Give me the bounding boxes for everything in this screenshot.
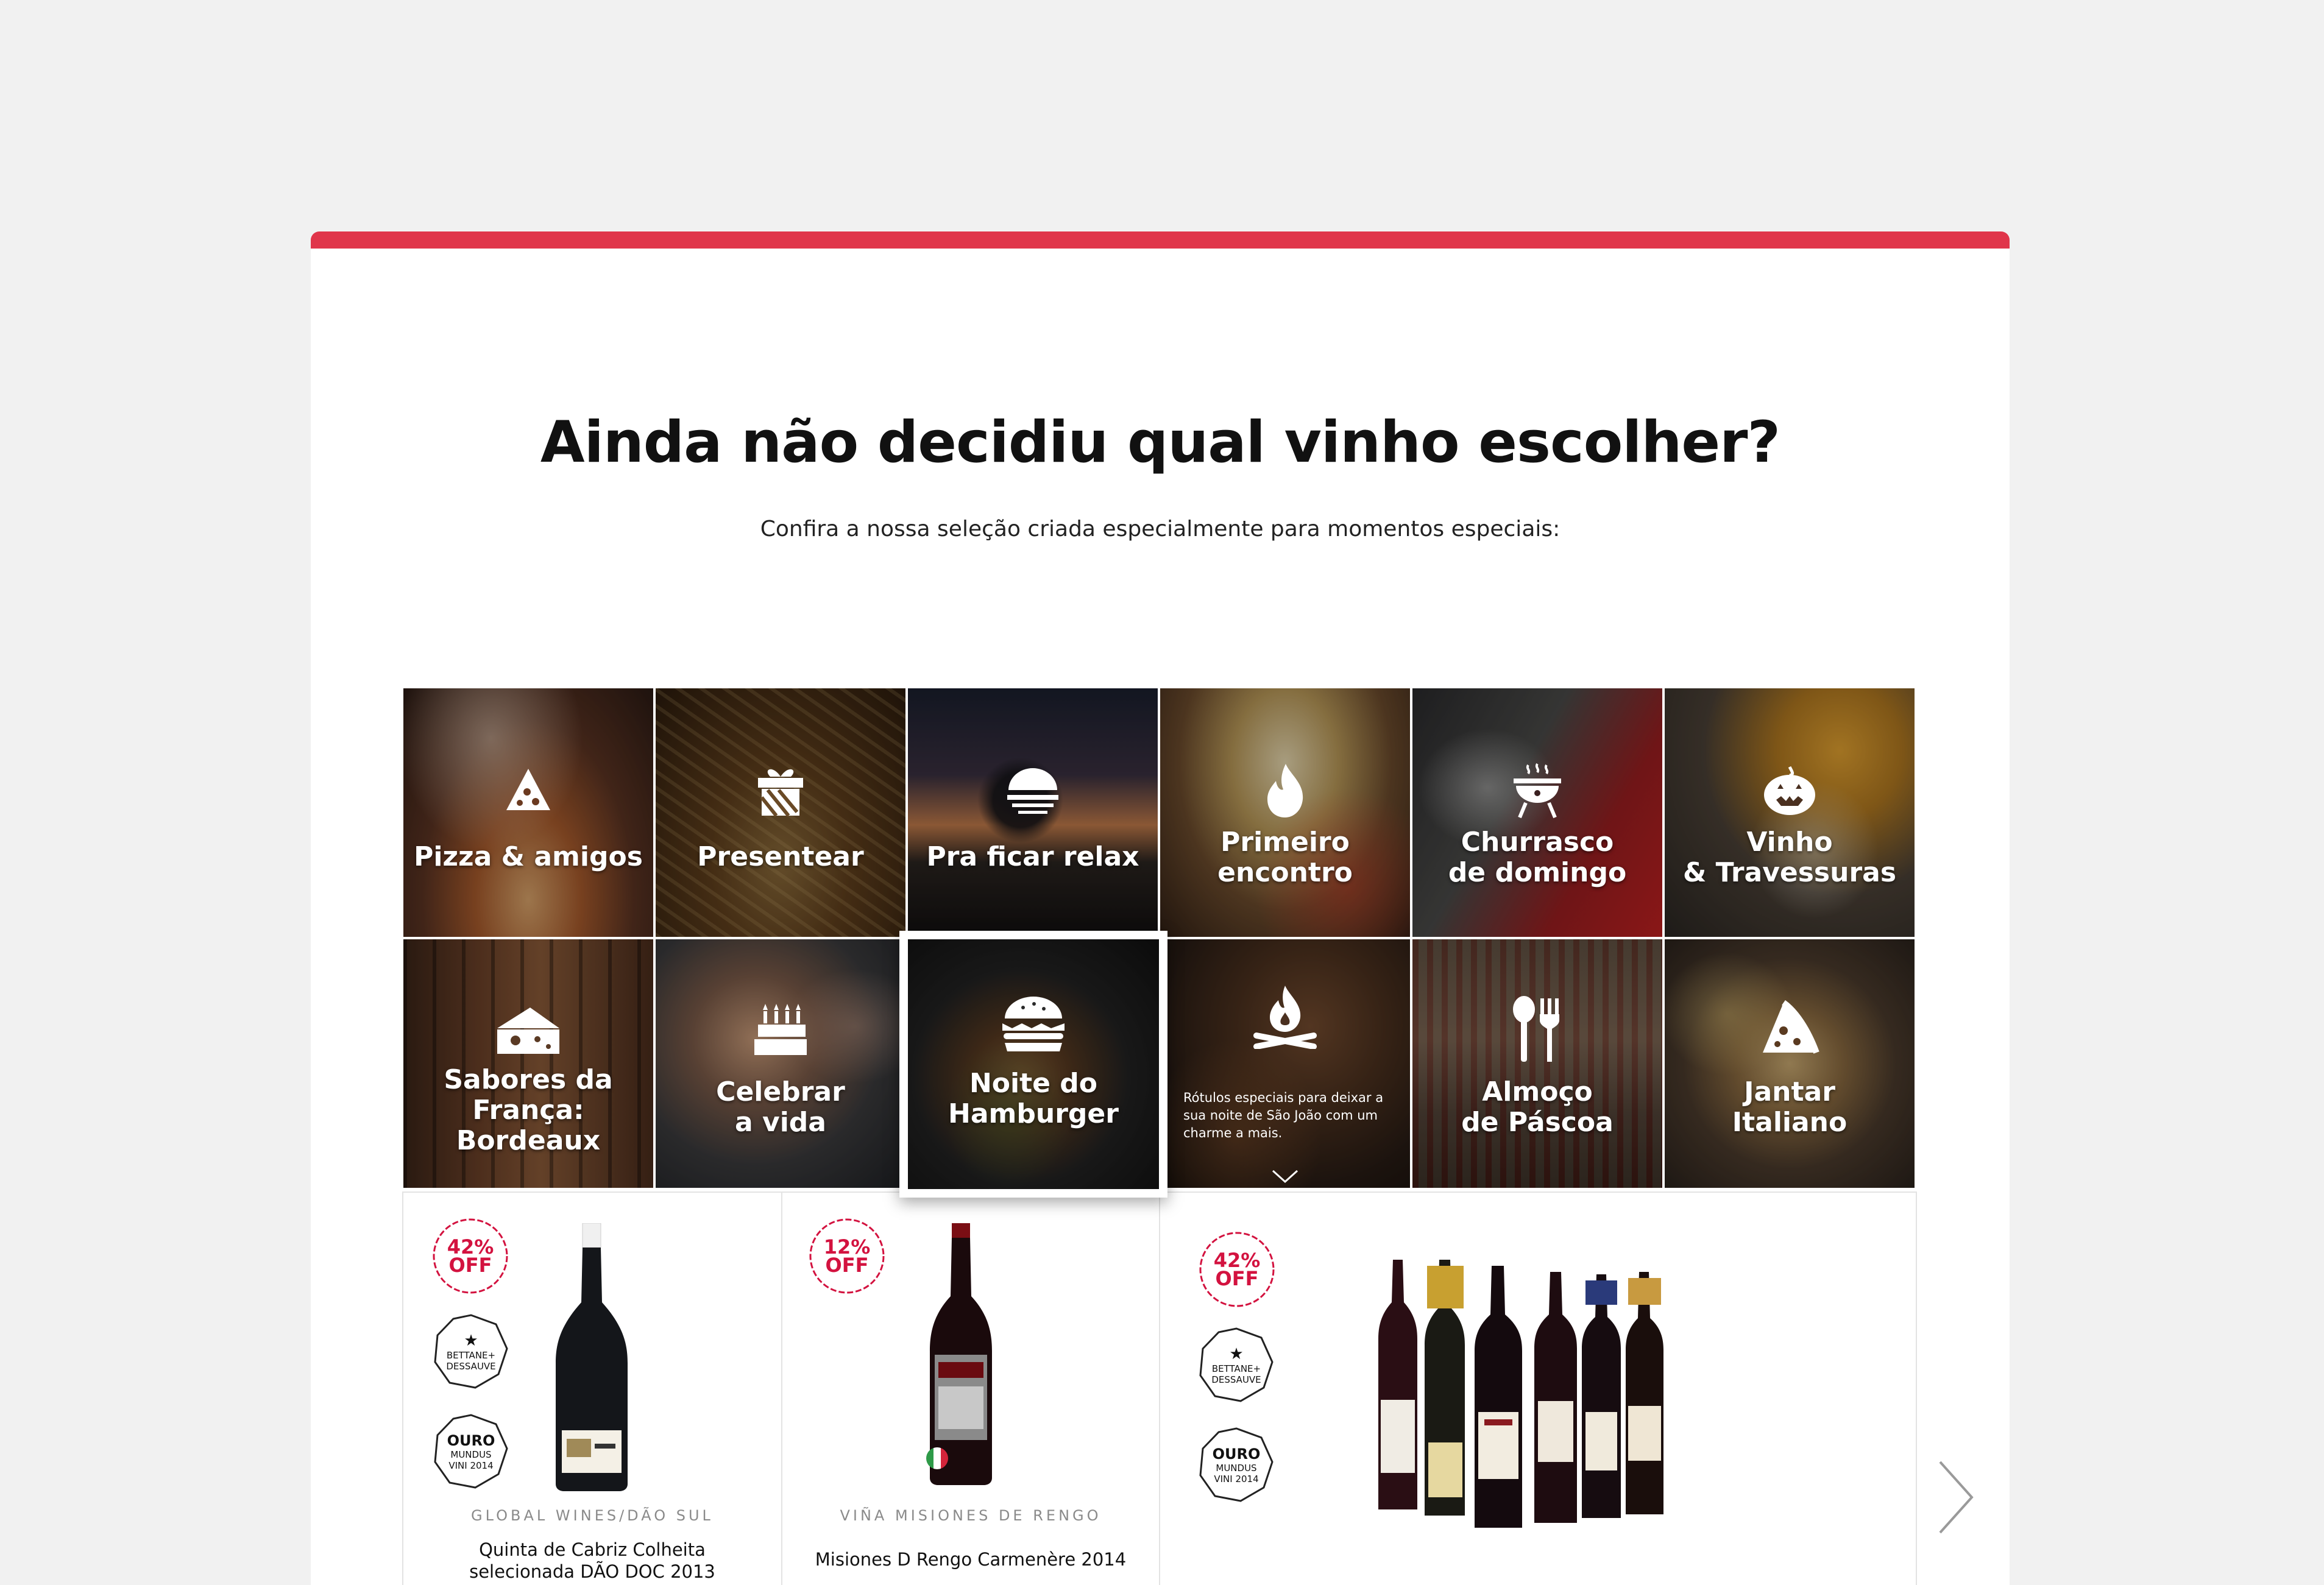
product-card[interactable]: 42% OFF ★ BETTANE+ DESSAUVE OURO MUNDUS … — [403, 1191, 782, 1585]
discount-badge: 12% OFF — [808, 1217, 886, 1295]
moment-label: Celebrar a vida — [716, 1076, 845, 1138]
moments-grid: Pizza & amigos Presentear Pra ficar rela… — [403, 688, 1915, 1198]
moment-label: Noite do Hamburger — [948, 1068, 1119, 1129]
campfire-icon — [1160, 986, 1410, 1049]
italy-flag-icon — [926, 1447, 948, 1469]
moment-tile-celebrar-a-vida[interactable]: Celebrar a vida — [656, 939, 905, 1188]
moment-label: Vinho & Travessuras — [1682, 827, 1897, 888]
chevron-down-icon[interactable] — [1160, 1168, 1410, 1184]
wine-bottle-image — [552, 1223, 631, 1494]
moment-label: Churrasco de domingo — [1448, 827, 1627, 888]
product-card[interactable]: 12% OFF VIÑA MISIONES DE RENGO Misiones … — [782, 1191, 1160, 1585]
discount-badge: 42% OFF — [1198, 1230, 1276, 1308]
burger-sunset-icon — [908, 761, 1158, 820]
moment-tile-jantar-italiano[interactable]: Jantar Italiano — [1665, 939, 1915, 1188]
flame-icon — [1160, 761, 1410, 820]
product-name[interactable]: Quinta de Cabriz Colheita selecionada DÃ… — [416, 1539, 769, 1583]
award-badge-bettane: ★ BETTANE+ DESSAUVE — [1198, 1327, 1275, 1403]
grill-icon — [1412, 761, 1662, 820]
cheese-icon — [403, 1000, 653, 1059]
moment-tile-pra-ficar-relax[interactable]: Pra ficar relax — [908, 688, 1158, 937]
award-badge-mundus-vini: OURO MUNDUS VINI 2014 — [1198, 1427, 1275, 1503]
page-title: Ainda não decidiu qual vinho escolher? — [540, 409, 1780, 476]
pumpkin-icon — [1665, 761, 1915, 820]
moment-label: Presentear — [697, 841, 864, 872]
product-carousel: 42% OFF ★ BETTANE+ DESSAUVE OURO MUNDUS … — [402, 1191, 1917, 1585]
gift-icon — [656, 761, 905, 820]
cake-icon — [656, 1000, 905, 1059]
moment-label: Primeiro encontro — [1217, 827, 1353, 888]
product-name[interactable]: Misiones D Rengo Carmenère 2014 — [795, 1548, 1147, 1570]
product-producer: GLOBAL WINES/DÃO SUL — [471, 1507, 714, 1524]
moment-label: Pizza & amigos — [414, 841, 643, 872]
discount-badge: 42% OFF — [431, 1217, 509, 1295]
page-subtitle: Confira a nossa seleção criada especialm… — [760, 517, 1561, 542]
moment-tile-primeiro-encontro[interactable]: Primeiro encontro — [1160, 688, 1410, 937]
burger-icon — [908, 995, 1159, 1054]
moment-tile-noite-do-hamburger[interactable]: Noite do Hamburger — [899, 931, 1167, 1198]
chevron-right-icon[interactable] — [1936, 1458, 1975, 1536]
pizza-slice-icon — [403, 761, 653, 820]
moment-tile-churrasco-de-domingo[interactable]: Churrasco de domingo — [1412, 688, 1662, 937]
moment-label: Jantar Italiano — [1732, 1076, 1848, 1138]
spoon-fork-icon — [1412, 996, 1662, 1062]
moment-description: Rótulos especiais para deixar a sua noit… — [1183, 1090, 1384, 1140]
moment-tile-presentear[interactable]: Presentear — [656, 688, 905, 937]
moment-label: Sabores da França: Bordeaux — [444, 1064, 613, 1156]
product-producer: VIÑA MISIONES DE RENGO — [840, 1507, 1102, 1524]
moment-tile-bordeaux[interactable]: Sabores da França: Bordeaux — [403, 939, 653, 1188]
award-badge-mundus-vini: OURO MUNDUS VINI 2014 — [433, 1413, 509, 1490]
award-badge-bettane: ★ BETTANE+ DESSAUVE — [433, 1313, 509, 1390]
moment-label: Almoço de Páscoa — [1461, 1076, 1614, 1138]
moment-tile-vinho-travessuras[interactable]: Vinho & Travessuras — [1665, 688, 1915, 937]
pizza-icon — [1665, 1000, 1915, 1059]
moment-tile-almoco-de-pascoa[interactable]: Almoço de Páscoa — [1412, 939, 1662, 1188]
wine-kit-image — [1376, 1260, 1705, 1530]
moment-tile-pizza-amigos[interactable]: Pizza & amigos — [403, 688, 653, 937]
product-card-kit[interactable]: 42% OFF ★ BETTANE+ DESSAUVE OURO MUNDUS … — [1160, 1191, 1917, 1585]
moment-label: Pra ficar relax — [926, 841, 1139, 872]
moment-tile-sao-joao[interactable]: Rótulos especiais para deixar a sua noit… — [1160, 939, 1410, 1188]
